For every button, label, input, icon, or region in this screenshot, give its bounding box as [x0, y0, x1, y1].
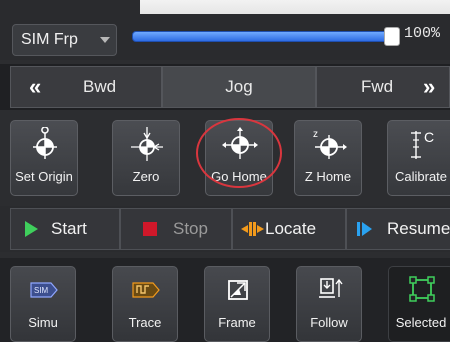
speed-value: 100%: [404, 25, 441, 42]
backward-button[interactable]: « Bwd: [10, 66, 162, 108]
window-background-strip: [140, 0, 450, 14]
simu-button[interactable]: SIM Simu: [10, 266, 76, 342]
follow-icon: [319, 278, 343, 298]
speed-slider-handle[interactable]: [384, 27, 400, 46]
machine-select[interactable]: SIM Frp: [12, 24, 117, 56]
set-origin-button[interactable]: Set Origin: [10, 120, 78, 196]
double-right-chevron-icon: »: [423, 74, 436, 99]
calibrate-icon: C: [411, 129, 434, 159]
selected-icon: [409, 276, 435, 302]
trace-icon: [132, 282, 160, 298]
stop-button[interactable]: Stop: [120, 208, 232, 250]
locate-icon: [241, 222, 264, 236]
trace-button[interactable]: Trace: [112, 266, 178, 342]
locate-label: Locate: [265, 219, 317, 238]
selected-button[interactable]: Selected: [388, 266, 450, 342]
frame-button[interactable]: Frame: [204, 266, 270, 342]
resume-label: Resume: [387, 219, 450, 238]
stop-label: Stop: [173, 219, 208, 238]
frame-label: Frame: [218, 315, 256, 330]
calibrate-letter: C: [424, 129, 434, 145]
backward-label: Bwd: [83, 77, 117, 96]
locate-button[interactable]: Locate: [232, 208, 346, 250]
z-letter: z: [313, 129, 318, 140]
highlight-circle: [196, 118, 282, 188]
jog-label: Jog: [225, 77, 253, 96]
machine-select-value: SIM Frp: [21, 31, 78, 48]
sim-icon: SIM: [30, 282, 58, 298]
resume-button[interactable]: Resume: [346, 208, 450, 250]
frame-icon: [228, 280, 248, 300]
jog-row: « Bwd Jog Fwd »: [0, 64, 450, 110]
cnc-control-panel: SIM Frp 100% « Bwd Jog Fwd » Set Origin …: [0, 0, 450, 342]
stop-icon: [143, 222, 157, 236]
z-home-button[interactable]: z Z Home: [294, 120, 362, 196]
resume-icon: [357, 222, 372, 236]
zero-label: Zero: [132, 169, 160, 184]
calibrate-button[interactable]: C Calibrate: [387, 120, 450, 196]
mode-row: SIM Simu Trace Frame Follow Selected: [0, 258, 450, 342]
simu-label: Simu: [28, 315, 58, 330]
zero-icon: [131, 127, 163, 161]
follow-label: Follow: [310, 315, 348, 330]
set-origin-icon: [33, 127, 57, 159]
zero-button[interactable]: Zero: [112, 120, 180, 196]
z-home-icon: z: [313, 129, 347, 159]
jog-button[interactable]: Jog: [162, 66, 316, 108]
top-bar: SIM Frp 100%: [0, 0, 450, 60]
chevron-down-icon: [100, 37, 110, 43]
forward-button[interactable]: Fwd »: [316, 66, 450, 108]
set-origin-label: Set Origin: [15, 169, 73, 184]
selected-label: Selected: [395, 315, 447, 330]
sim-badge-text: SIM: [34, 286, 49, 295]
calibrate-label: Calibrate: [394, 169, 448, 184]
double-left-chevron-icon: «: [29, 74, 42, 99]
forward-label: Fwd: [361, 77, 394, 96]
speed-slider[interactable]: [132, 31, 390, 42]
z-home-label: Z Home: [304, 169, 352, 184]
action-row: Start Stop Locate Resume: [0, 206, 450, 252]
start-label: Start: [51, 219, 87, 238]
play-icon: [25, 221, 38, 237]
start-button[interactable]: Start: [10, 208, 120, 250]
trace-label: Trace: [128, 315, 162, 330]
follow-button[interactable]: Follow: [296, 266, 362, 342]
